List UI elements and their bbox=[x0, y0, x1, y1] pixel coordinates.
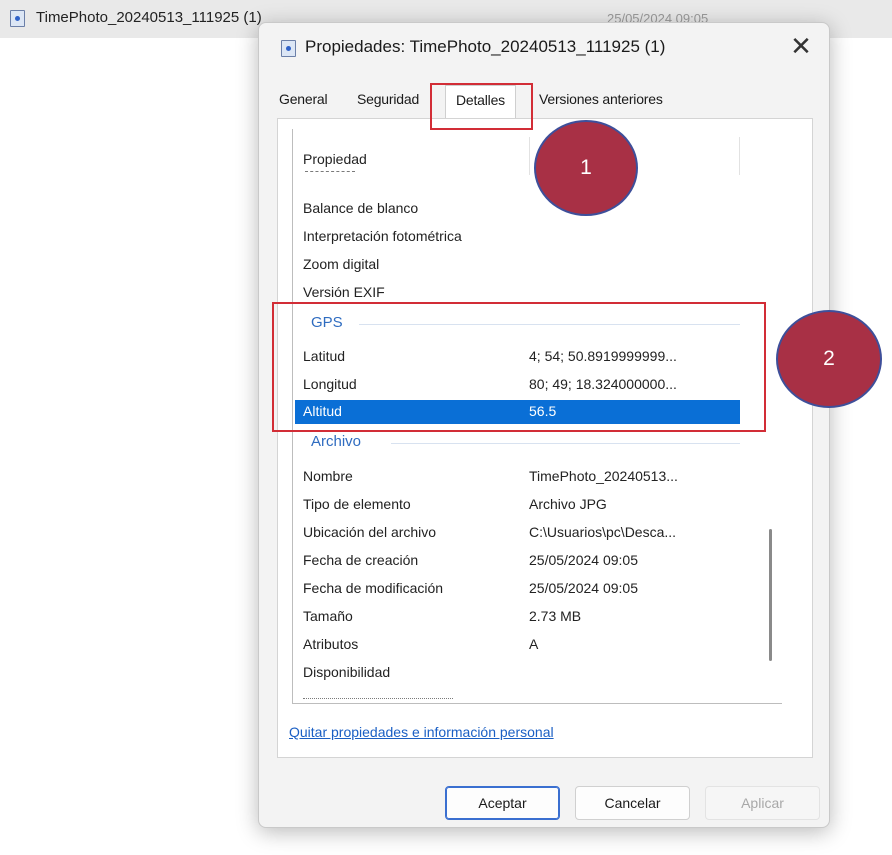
list-item[interactable]: Zoom digital bbox=[295, 253, 740, 277]
list-item[interactable]: Disponibilidad bbox=[295, 661, 740, 685]
column-divider[interactable] bbox=[739, 137, 740, 175]
cancel-button[interactable]: Cancelar bbox=[575, 786, 690, 820]
property-name: Balance de blanco bbox=[303, 200, 419, 216]
details-panel: Propiedad Balance de blanco Interpretaci… bbox=[277, 118, 813, 758]
property-value: Archivo JPG bbox=[529, 496, 607, 512]
list-item[interactable]: Nombre TimePhoto_20240513... bbox=[295, 465, 740, 489]
property-name: Tipo de elemento bbox=[303, 496, 411, 512]
column-header-propiedad[interactable]: Propiedad bbox=[303, 151, 367, 167]
annotation-marker-2: 2 bbox=[776, 310, 882, 408]
property-value: 25/05/2024 09:05 bbox=[529, 552, 638, 568]
list-item[interactable]: Interpretación fotométrica bbox=[295, 225, 740, 249]
tab-seguridad[interactable]: Seguridad bbox=[357, 91, 419, 107]
tab-strip: General Seguridad Detalles Versiones ant… bbox=[269, 85, 819, 119]
tab-versiones-anteriores[interactable]: Versiones anteriores bbox=[539, 91, 663, 107]
annotation-marker-1: 1 bbox=[534, 120, 638, 216]
close-button[interactable]: ✕ bbox=[781, 29, 821, 65]
property-value: C:\Usuarios\pc\Desca... bbox=[529, 524, 677, 540]
image-file-icon bbox=[281, 40, 296, 57]
dialog-title: Propiedades: TimePhoto_20240513_111925 (… bbox=[305, 37, 666, 56]
clipped-row bbox=[305, 171, 355, 175]
property-name: Nombre bbox=[303, 468, 353, 484]
group-header-archivo: Archivo bbox=[295, 431, 740, 455]
property-value: 25/05/2024 09:05 bbox=[529, 580, 638, 596]
highlight-box-detalles-tab bbox=[430, 83, 533, 130]
screen: TimePhoto_20240513_111925 (1) 25/05/2024… bbox=[0, 0, 892, 855]
explorer-file-name: TimePhoto_20240513_111925 (1) bbox=[36, 9, 262, 26]
apply-button[interactable]: Aplicar bbox=[705, 786, 820, 820]
property-name: Interpretación fotométrica bbox=[303, 228, 462, 244]
list-item[interactable]: Fecha de modificación 25/05/2024 09:05 bbox=[295, 577, 740, 601]
remove-properties-link[interactable]: Quitar propiedades e información persona… bbox=[289, 724, 554, 740]
group-label: Archivo bbox=[311, 433, 362, 450]
vertical-scrollbar[interactable] bbox=[769, 529, 772, 661]
property-name: Ubicación del archivo bbox=[303, 524, 437, 540]
property-value: 2.73 MB bbox=[529, 608, 582, 624]
close-icon: ✕ bbox=[790, 31, 812, 61]
list-item[interactable]: Tamaño 2.73 MB bbox=[295, 605, 740, 629]
list-item[interactable]: Ubicación del archivo C:\Usuarios\pc\Des… bbox=[295, 521, 740, 545]
property-name: Atributos bbox=[303, 636, 359, 652]
column-divider[interactable] bbox=[529, 137, 530, 175]
highlight-box-gps-section bbox=[272, 302, 766, 432]
image-file-icon bbox=[10, 10, 25, 27]
ok-button[interactable]: Aceptar bbox=[445, 786, 560, 820]
group-divider bbox=[391, 443, 740, 444]
property-name: Versión EXIF bbox=[303, 284, 385, 300]
list-item[interactable]: Balance de blanco bbox=[295, 197, 740, 221]
property-name: Disponibilidad bbox=[303, 664, 391, 680]
property-value: A bbox=[529, 636, 539, 652]
property-value: TimePhoto_20240513... bbox=[529, 468, 678, 484]
property-name: Tamaño bbox=[303, 608, 353, 624]
property-name: Fecha de modificación bbox=[303, 580, 444, 596]
list-item[interactable]: Atributos A bbox=[295, 633, 740, 657]
list-item[interactable]: Fecha de creación 25/05/2024 09:05 bbox=[295, 549, 740, 573]
tab-general[interactable]: General bbox=[279, 91, 328, 107]
list-item[interactable]: Tipo de elemento Archivo JPG bbox=[295, 493, 740, 517]
dialog-titlebar[interactable]: Propiedades: TimePhoto_20240513_111925 (… bbox=[259, 23, 829, 73]
clipped-row bbox=[303, 698, 453, 703]
property-name: Zoom digital bbox=[303, 256, 380, 272]
property-name: Fecha de creación bbox=[303, 552, 419, 568]
